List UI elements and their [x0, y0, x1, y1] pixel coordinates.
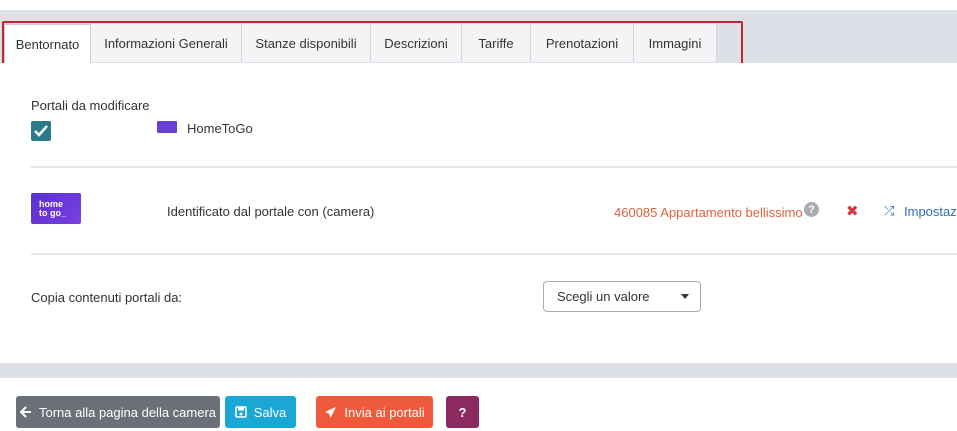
send-to-portals-button[interactable]: Invia ai portali	[316, 396, 433, 428]
hometogo-small-logo	[157, 121, 177, 133]
hometogo-logo: home to go_	[31, 193, 81, 224]
help-button[interactable]: ?	[446, 396, 479, 428]
back-button-label: Torna alla pagina della camera	[38, 404, 217, 420]
chevron-down-icon	[681, 294, 689, 299]
divider	[31, 166, 957, 168]
save-button-label: Salva	[253, 404, 287, 420]
room-link[interactable]: 460085 Appartamento bellissimo	[614, 205, 803, 220]
top-spacer	[0, 0, 957, 10]
portals-section-label: Portali da modificare	[31, 98, 150, 113]
tabs-highlight-frame	[2, 21, 743, 66]
portal-name: HomeToGo	[187, 121, 253, 136]
back-to-room-button[interactable]: Torna alla pagina della camera	[16, 396, 220, 428]
check-icon	[34, 125, 48, 137]
logo-text-line2: to go_	[39, 207, 66, 218]
footer-band	[0, 363, 957, 378]
arrow-left-icon	[19, 406, 31, 418]
help-button-label: ?	[458, 404, 467, 420]
copy-source-select[interactable]: Scegli un valore	[543, 281, 701, 312]
save-icon	[234, 406, 247, 418]
portal-checkbox[interactable]	[31, 121, 51, 141]
divider	[31, 253, 957, 255]
send-button-label: Invia ai portali	[344, 404, 425, 420]
remove-icon[interactable]: ✖	[846, 202, 859, 220]
shuffle-icon[interactable]: ⤮	[884, 203, 894, 219]
help-icon[interactable]: ?	[804, 202, 819, 217]
save-button[interactable]: Salva	[225, 396, 296, 428]
select-value: Scegli un valore	[557, 289, 650, 304]
identified-label: Identificato dal portale con (camera)	[167, 204, 375, 219]
paper-plane-icon	[325, 406, 337, 418]
copy-contents-label: Copia contenuti portali da:	[31, 290, 183, 305]
settings-link[interactable]: Impostazi	[904, 204, 957, 219]
